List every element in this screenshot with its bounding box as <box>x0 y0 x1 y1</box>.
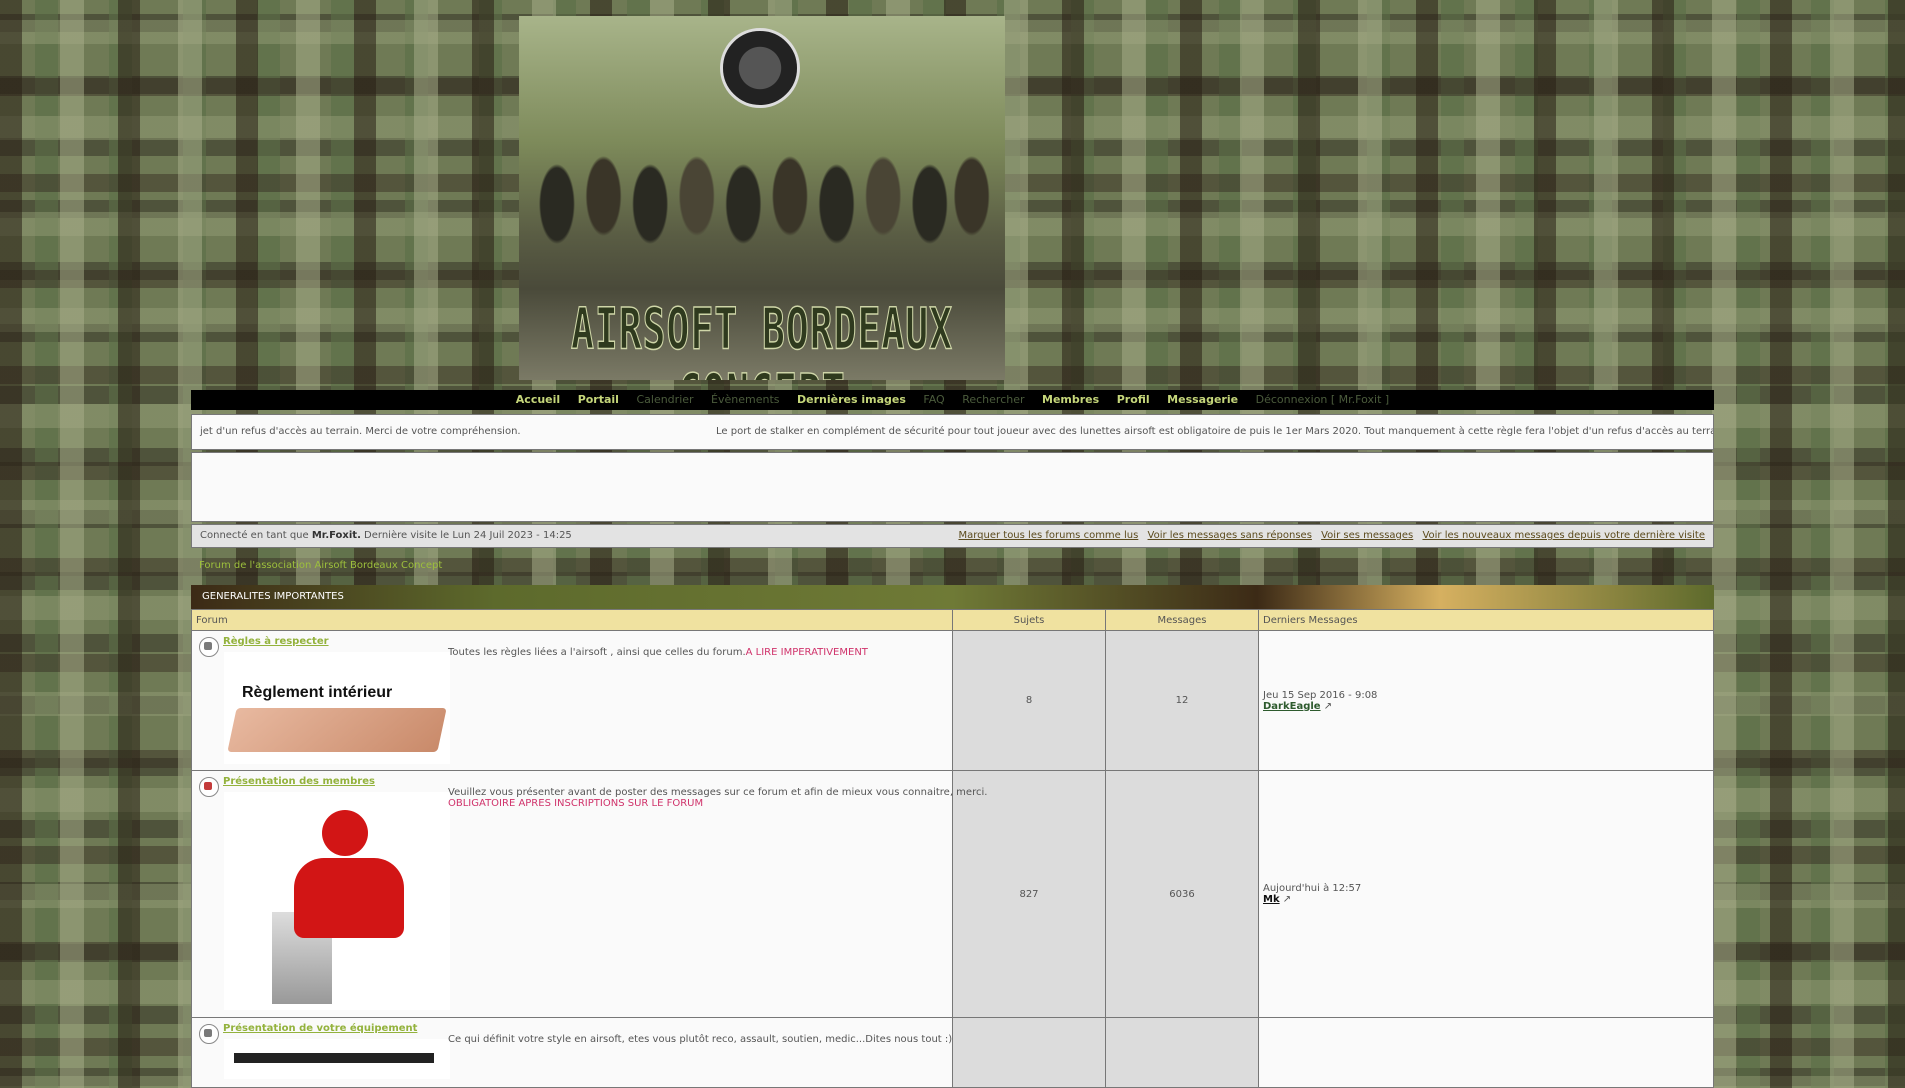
desc-text: Ce qui définit votre style en airsoft, e… <box>448 1034 953 1045</box>
club-emblem-logo <box>720 28 800 108</box>
book-pages <box>227 708 447 752</box>
nav-evenements[interactable]: Évènements <box>711 393 779 406</box>
goto-post-icon[interactable]: ↗ <box>1283 894 1291 905</box>
announcement-marquee: jet d'un refus d'accès au terrain. Merci… <box>191 414 1714 450</box>
col-last: Derniers Messages <box>1258 609 1714 631</box>
desc-text: Veuillez vous présenter avant de poster … <box>448 787 988 798</box>
messages-count: 12 <box>1105 630 1259 771</box>
forum-cell: Présentation de votre équipement Ce qui … <box>191 1017 953 1088</box>
last-post-date: Jeu 15 Sep 2016 - 9:08 <box>1263 689 1378 701</box>
reglement-image-text: Règlement intérieur <box>242 684 393 701</box>
rifle-shape <box>234 1053 434 1063</box>
forum-read-icon <box>199 637 219 657</box>
last-post <box>1258 1017 1714 1088</box>
messages-count: 6036 <box>1105 770 1259 1018</box>
table-header-row: Forum Sujets Messages Derniers Messages <box>191 609 1714 631</box>
topics-count <box>952 1017 1106 1088</box>
figure-head <box>322 810 368 856</box>
my-messages-link[interactable]: Voir ses messages <box>1321 530 1413 541</box>
col-forum: Forum <box>191 609 953 631</box>
forum-row: Règles à respecter Règlement intérieur T… <box>191 630 1714 771</box>
forum-row: Présentation de votre équipement Ce qui … <box>191 1017 1714 1088</box>
topics-count: 8 <box>952 630 1106 771</box>
banner-logo-text: AIRSOFT BORDEAUX CONCEPT <box>570 295 954 380</box>
forum-breadcrumb-link[interactable]: Forum de l'association Airsoft Bordeaux … <box>199 560 442 571</box>
last-post: Aujourd'hui à 12:57 Mk ↗ <box>1258 770 1714 1018</box>
equipment-image <box>224 1039 450 1079</box>
messages-count <box>1105 1017 1259 1088</box>
nav-deconnexion[interactable]: Déconnexion [ Mr.Foxit ] <box>1256 393 1390 406</box>
forum-title-link[interactable]: Présentation de votre équipement <box>223 1023 417 1034</box>
desc-highlight: OBLIGATOIRE APRES INSCRIPTIONS SUR LE FO… <box>448 798 704 809</box>
reglement-book-image: Règlement intérieur <box>224 652 450 764</box>
marquee-text-2: Le port de stalker en complément de sécu… <box>716 426 1714 437</box>
login-status: Connecté en tant que Mr.Foxit. Dernière … <box>200 525 572 547</box>
last-post: Jeu 15 Sep 2016 - 9:08 DarkEagle ↗ <box>1258 630 1714 771</box>
figure-body <box>294 858 404 938</box>
forum-title-link[interactable]: Présentation des membres <box>223 776 375 787</box>
forum-description: Ce qui définit votre style en airsoft, e… <box>448 1034 952 1045</box>
nav-faq[interactable]: FAQ <box>923 393 944 406</box>
forum-cell: Présentation des membres Veuillez vous p… <box>191 770 987 1018</box>
nav-messagerie[interactable]: Messagerie <box>1167 393 1238 406</box>
nav-portail[interactable]: Portail <box>578 393 619 406</box>
col-messages: Messages <box>1105 609 1259 631</box>
forum-cell: Règles à respecter Règlement intérieur T… <box>191 630 953 771</box>
new-messages-link[interactable]: Voir les nouveaux messages depuis votre … <box>1422 530 1705 541</box>
goto-post-icon[interactable]: ↗ <box>1324 701 1332 712</box>
nav-membres[interactable]: Membres <box>1042 393 1099 406</box>
col-topics: Sujets <box>952 609 1106 631</box>
desc-text: Toutes les règles liées a l'airsoft , ai… <box>448 647 746 658</box>
main-navbar: Accueil Portail Calendrier Évènements De… <box>191 390 1714 410</box>
last-post-user[interactable]: Mk <box>1263 894 1280 905</box>
nav-dernieres-images[interactable]: Dernières images <box>797 393 906 406</box>
nav-accueil[interactable]: Accueil <box>516 393 560 406</box>
user-info-bar: Connecté en tant que Mr.Foxit. Dernière … <box>191 524 1714 548</box>
last-visit: Dernière visite le Lun 24 Juil 2023 - 14… <box>360 530 572 541</box>
last-post-user[interactable]: DarkEagle <box>1263 701 1321 712</box>
connected-prefix: Connecté en tant que <box>200 530 312 541</box>
mark-all-read-link[interactable]: Marquer tous les forums comme lus <box>958 530 1138 541</box>
header-banner: AIRSOFT BORDEAUX CONCEPT <box>519 16 1005 380</box>
nav-profil[interactable]: Profil <box>1117 393 1150 406</box>
nav-calendrier[interactable]: Calendrier <box>636 393 693 406</box>
forum-unread-icon <box>199 777 219 797</box>
forum-row: Présentation des membres Veuillez vous p… <box>191 770 1714 1018</box>
team-photo <box>529 116 995 276</box>
forum-description: Veuillez vous présenter avant de poster … <box>448 787 987 809</box>
forum-title-link[interactable]: Règles à respecter <box>223 636 329 647</box>
last-post-date: Aujourd'hui à 12:57 <box>1263 883 1362 894</box>
forum-description: Toutes les règles liées a l'airsoft , ai… <box>448 647 868 658</box>
user-quick-links: Marquer tous les forums comme lus Voir l… <box>952 525 1705 547</box>
forum-table: Forum Sujets Messages Derniers Messages … <box>191 609 1714 1088</box>
username[interactable]: Mr.Foxit. <box>312 530 361 541</box>
forum-read-icon <box>199 1024 219 1044</box>
marquee-text-1: jet d'un refus d'accès au terrain. Merci… <box>200 426 521 437</box>
nav-rechercher[interactable]: Rechercher <box>962 393 1024 406</box>
desc-highlight: A LIRE IMPERATIVEMENT <box>745 647 868 658</box>
category-header[interactable]: GENERALITES IMPORTANTES <box>191 585 1714 609</box>
unanswered-link[interactable]: Voir les messages sans réponses <box>1148 530 1312 541</box>
empty-panel <box>191 452 1714 522</box>
speaker-figure-image <box>224 792 450 1010</box>
